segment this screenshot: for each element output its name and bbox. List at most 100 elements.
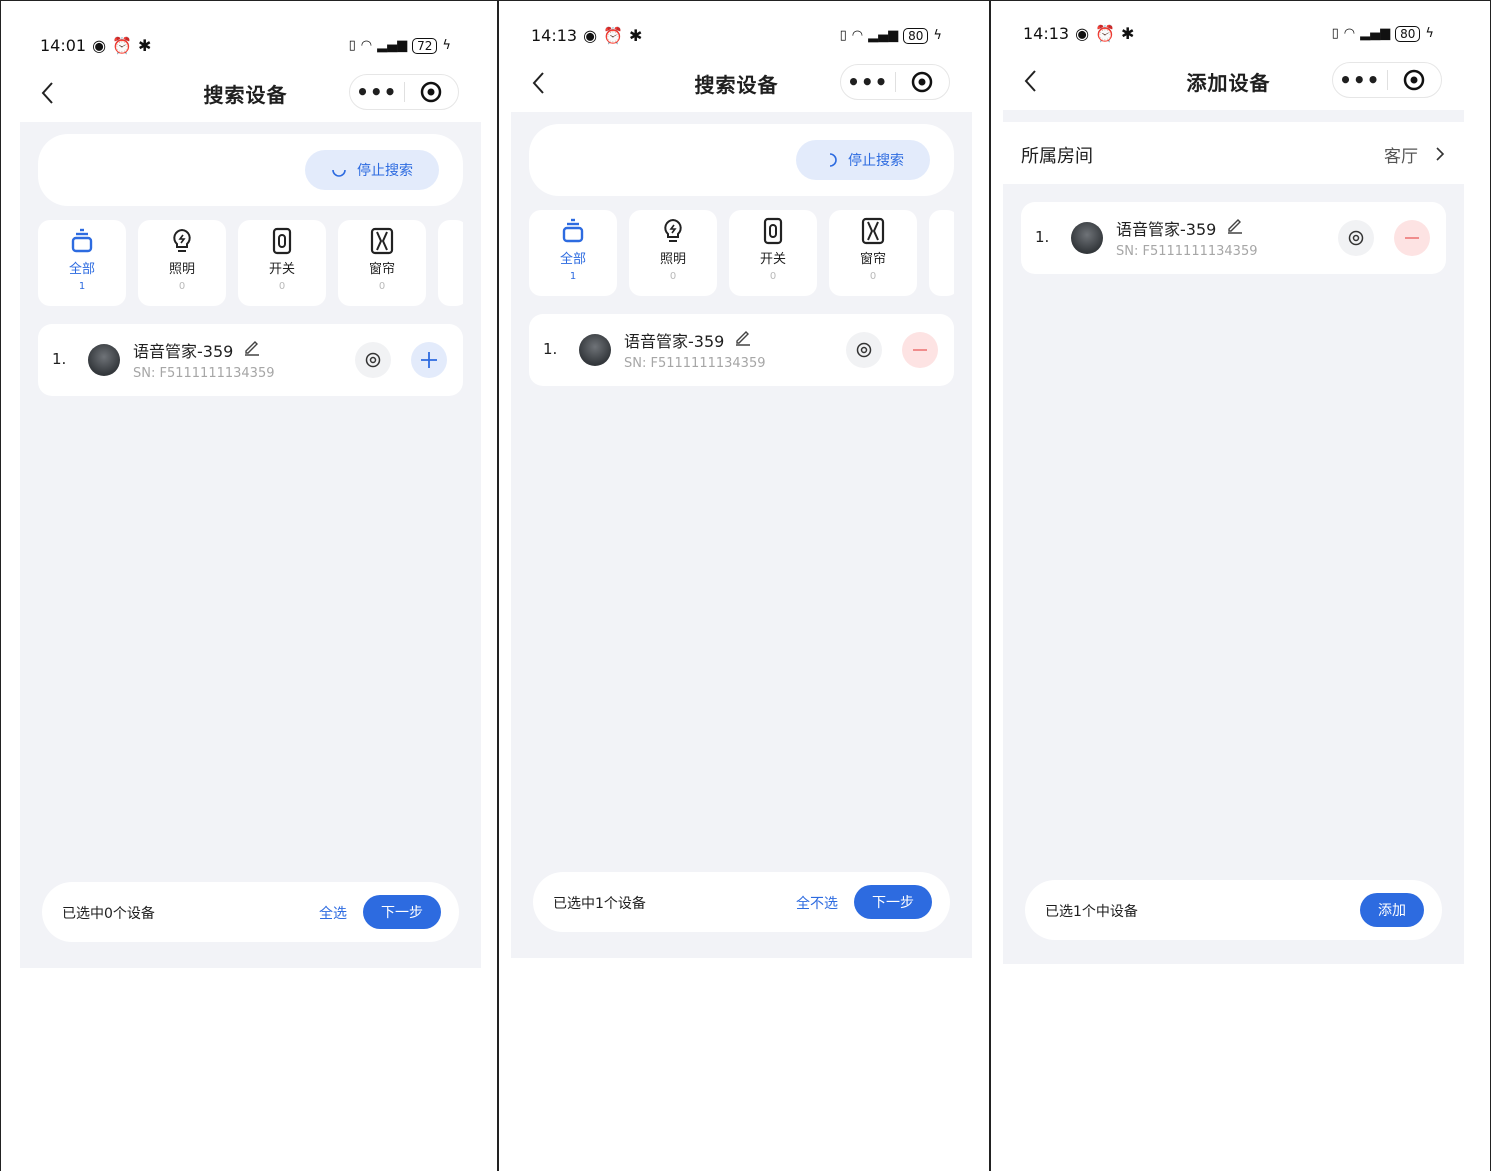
stop-search-label: 停止搜索 bbox=[848, 153, 904, 169]
selected-count-text: 已选中1个设备 bbox=[553, 896, 646, 912]
edit-pencil-icon[interactable] bbox=[243, 338, 261, 356]
category-count: 1 bbox=[78, 281, 86, 292]
edit-pencil-icon[interactable] bbox=[734, 328, 752, 346]
category-count: 0 bbox=[669, 271, 677, 282]
locate-button[interactable] bbox=[355, 342, 391, 378]
curtain-icon bbox=[370, 227, 394, 255]
nav-bar: 搜索设备 ••• bbox=[20, 68, 471, 118]
target-icon[interactable] bbox=[405, 80, 459, 104]
category-label: 全部 bbox=[68, 262, 95, 277]
screen-add-devices: 14:13 ◉ ⏰ ✱ ▯ ◠ ▂▄▆ 80 ϟ 添加设备 ••• 所属房间 客… bbox=[983, 0, 1474, 1171]
room-value: 客厅 bbox=[1384, 147, 1418, 167]
device-sn: SN: F5111111134359 bbox=[1116, 244, 1258, 259]
category-switch[interactable]: 开关 0 bbox=[729, 210, 817, 296]
device-index: 1. bbox=[1035, 228, 1050, 246]
target-icon[interactable] bbox=[896, 70, 950, 94]
next-step-button[interactable]: 下一步 bbox=[363, 895, 441, 929]
category-label: 开关 bbox=[759, 252, 786, 267]
screen-search-devices-2: 14:13 ◉ ⏰ ✱ ▯ ◠ ▂▄▆ 80 ϟ 搜索设备 ••• 停止搜索 全… bbox=[491, 0, 982, 1171]
signal-icon: ▂▄▆ bbox=[868, 28, 899, 43]
category-partial[interactable] bbox=[438, 220, 463, 306]
stop-search-button[interactable]: 停止搜索 bbox=[796, 140, 930, 180]
bluetooth-icon: ✱ bbox=[1121, 24, 1135, 43]
vibrate-icon: ▯ bbox=[348, 38, 356, 53]
category-label: 窗帘 bbox=[859, 252, 886, 267]
device-card[interactable]: 1. 语音管家-359 SN: F5111111134359 bbox=[38, 324, 463, 396]
plus-icon bbox=[421, 352, 437, 368]
wifi-icon: ◠ bbox=[360, 38, 373, 53]
spinner-icon bbox=[829, 153, 837, 167]
minus-icon bbox=[913, 349, 927, 351]
all-devices-icon bbox=[562, 218, 584, 243]
remove-device-button[interactable] bbox=[1394, 220, 1430, 256]
category-curtain[interactable]: 窗帘 0 bbox=[338, 220, 426, 306]
category-all[interactable]: 全部 1 bbox=[529, 210, 617, 296]
status-bar: 14:13 ◉ ⏰ ✱ ▯ ◠ ▂▄▆ 80 ϟ bbox=[531, 26, 942, 45]
all-devices-icon bbox=[71, 228, 93, 253]
stop-search-button[interactable]: 停止搜索 bbox=[305, 150, 439, 190]
spinner-icon bbox=[332, 169, 346, 177]
search-card: 停止搜索 bbox=[529, 124, 954, 196]
battery-level: 80 bbox=[903, 27, 929, 44]
switch-icon bbox=[763, 217, 783, 245]
device-name: 语音管家-359 bbox=[1116, 220, 1217, 239]
alarm-icon: ⏰ bbox=[1095, 24, 1115, 43]
add-device-button[interactable] bbox=[411, 342, 447, 378]
screen-search-devices-1: 14:01 ◉ ⏰ ✱ ▯ ◠ ▂▄▆ 72 ϟ 搜索设备 ••• 停止搜索 全… bbox=[0, 0, 491, 1171]
category-lighting[interactable]: 照明 0 bbox=[629, 210, 717, 296]
location-icon bbox=[365, 352, 381, 368]
target-icon[interactable] bbox=[1388, 68, 1442, 92]
wifi-icon: ◠ bbox=[851, 28, 864, 43]
room-label: 所属房间 bbox=[1021, 146, 1093, 167]
device-sn: SN: F5111111134359 bbox=[624, 356, 766, 371]
alarm-icon: ⏰ bbox=[112, 36, 132, 55]
device-name: 语音管家-359 bbox=[624, 332, 725, 351]
select-all-link[interactable]: 全选 bbox=[319, 903, 347, 923]
add-button[interactable]: 添加 bbox=[1360, 893, 1424, 927]
content-area: 所属房间 客厅 1. 语音管家-359 SN: F5111111134359 已… bbox=[1003, 110, 1464, 964]
status-time: 14:13 bbox=[1023, 24, 1070, 43]
status-time: 14:01 bbox=[40, 36, 87, 55]
bulb-icon bbox=[173, 228, 191, 252]
battery-level: 80 bbox=[1395, 25, 1421, 42]
bottom-action-bar: 已选中1个设备 全不选 下一步 bbox=[533, 872, 950, 932]
eye-icon: ◉ bbox=[1075, 24, 1090, 43]
eye-icon: ◉ bbox=[583, 26, 598, 45]
more-dots-icon[interactable]: ••• bbox=[1333, 68, 1387, 92]
locate-button[interactable] bbox=[846, 332, 882, 368]
bluetooth-icon: ✱ bbox=[629, 26, 643, 45]
category-count: 0 bbox=[769, 271, 777, 282]
more-dots-icon[interactable]: ••• bbox=[841, 70, 895, 94]
nav-bar: 搜索设备 ••• bbox=[511, 58, 962, 108]
room-selector[interactable]: 所属房间 客厅 bbox=[1003, 122, 1464, 184]
selected-count-text: 已选1个中设备 bbox=[1045, 904, 1138, 920]
category-all[interactable]: 全部 1 bbox=[38, 220, 126, 306]
bulb-icon bbox=[664, 218, 682, 242]
edit-pencil-icon[interactable] bbox=[1226, 216, 1244, 234]
category-count: 0 bbox=[278, 281, 286, 292]
vibrate-icon: ▯ bbox=[839, 28, 847, 43]
category-count: 1 bbox=[569, 271, 577, 282]
device-name: 语音管家-359 bbox=[133, 342, 234, 361]
category-tabs: 全部 1 照明 0 开关 0 窗帘 0 bbox=[38, 220, 463, 306]
more-dots-icon[interactable]: ••• bbox=[350, 80, 404, 104]
next-step-button[interactable]: 下一步 bbox=[854, 885, 932, 919]
location-icon bbox=[1348, 230, 1364, 246]
deselect-all-link[interactable]: 全不选 bbox=[796, 893, 838, 913]
content-area: 停止搜索 全部 1 照明 0 开关 0 窗帘 0 1. 语音管家-359 SN:… bbox=[20, 122, 481, 968]
category-lighting[interactable]: 照明 0 bbox=[138, 220, 226, 306]
bottom-action-bar: 已选1个中设备 添加 bbox=[1025, 880, 1442, 940]
device-card[interactable]: 1. 语音管家-359 SN: F5111111134359 bbox=[529, 314, 954, 386]
category-switch[interactable]: 开关 0 bbox=[238, 220, 326, 306]
category-curtain[interactable]: 窗帘 0 bbox=[829, 210, 917, 296]
device-card[interactable]: 1. 语音管家-359 SN: F5111111134359 bbox=[1021, 202, 1446, 274]
category-label: 窗帘 bbox=[368, 262, 395, 277]
search-card: 停止搜索 bbox=[38, 134, 463, 206]
stop-search-label: 停止搜索 bbox=[357, 163, 413, 179]
signal-icon: ▂▄▆ bbox=[1360, 26, 1391, 41]
remove-device-button[interactable] bbox=[902, 332, 938, 368]
category-partial[interactable] bbox=[929, 210, 954, 296]
locate-button[interactable] bbox=[1338, 220, 1374, 256]
eye-icon: ◉ bbox=[92, 36, 107, 55]
category-label: 照明 bbox=[168, 262, 195, 277]
